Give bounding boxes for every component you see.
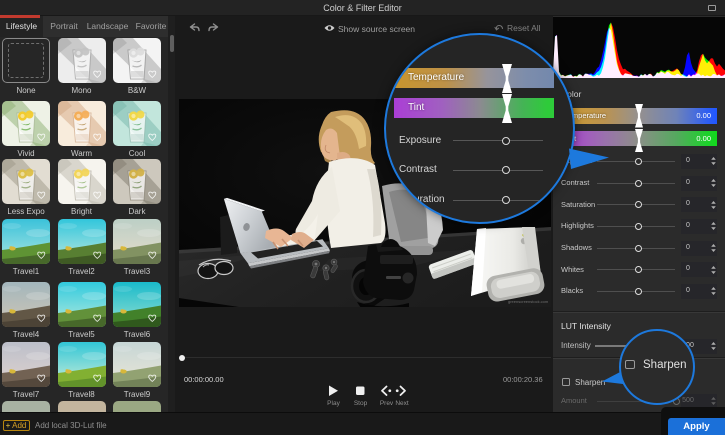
svg-text:greenscreenstock.com: greenscreenstock.com xyxy=(508,299,549,304)
